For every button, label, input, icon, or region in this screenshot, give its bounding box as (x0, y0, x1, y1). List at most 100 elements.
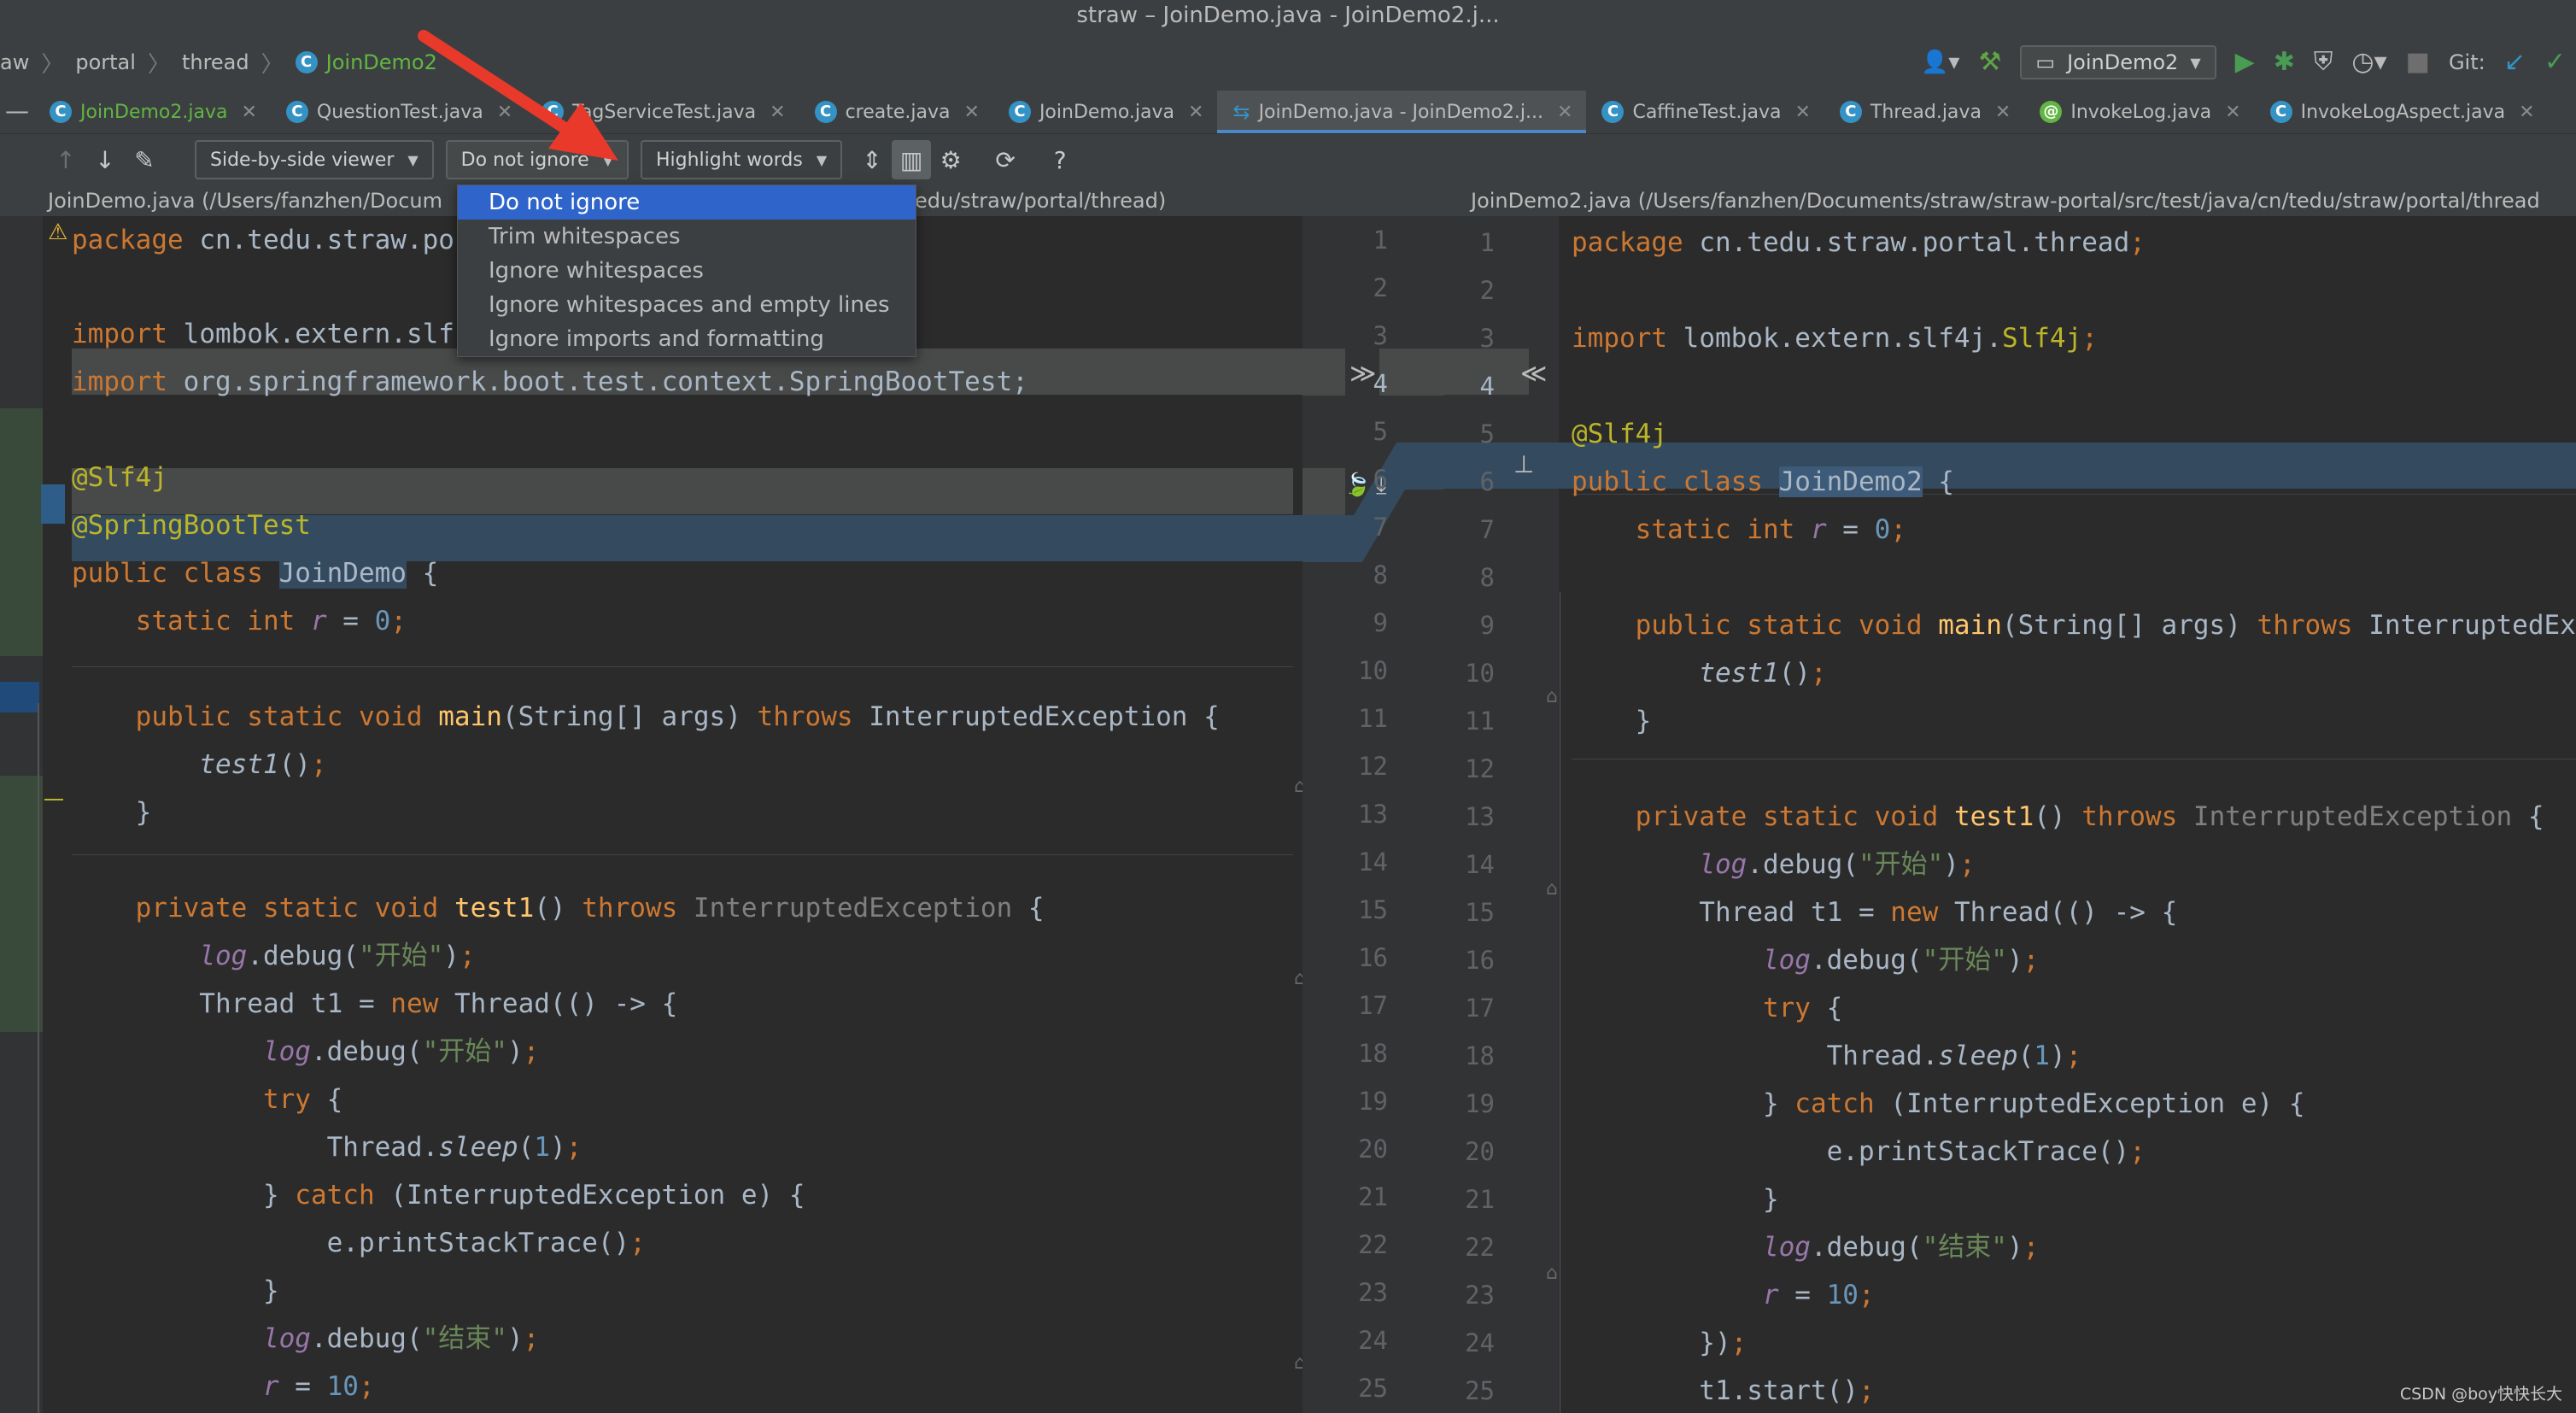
breadcrumb-item-root[interactable]: aw (0, 50, 29, 74)
close-icon[interactable]: ✕ (2225, 102, 2240, 123)
tab-label: InvokeLogAspect.java (2300, 101, 2506, 123)
tab-questiontest[interactable]: C QuestionTest.java ✕ (271, 91, 526, 133)
class-icon: C (50, 101, 72, 123)
line-number: 21 (1465, 1185, 1495, 1214)
dropdown-item-ignore-whitespaces-empty-lines[interactable]: Ignore whitespaces and empty lines (458, 288, 916, 322)
line-number: 24 (1358, 1326, 1388, 1355)
code-line: private static void test1() throws Inter… (1635, 801, 2544, 832)
breadcrumb-item-class[interactable]: JoinDemo2 (326, 50, 437, 74)
build-hammer-icon[interactable]: ⚒ (1979, 50, 2002, 75)
line-number: 14 (1465, 850, 1495, 879)
right-editor[interactable]: ≪ ⊥ 1 2 3 4 5 6 7 8 9 10 11 12 13 14 15 … (1443, 216, 2576, 1413)
debug-icon[interactable]: ✱ (2274, 50, 2295, 75)
fold-icon[interactable]: ⌂ (1546, 686, 1558, 707)
code-line: log.debug("开始"); (1762, 945, 2040, 976)
breadcrumb-item-thread[interactable]: thread (182, 50, 249, 74)
line-number: 12 (1358, 752, 1388, 781)
sync-scroll-icon[interactable]: ▥ (892, 140, 932, 179)
right-file-path: JoinDemo2.java (/Users/fanzhen/Documents… (1443, 185, 2576, 216)
git-update-icon[interactable]: ↙ (2504, 50, 2526, 75)
fold-icon[interactable]: ⌂ (1294, 1352, 1303, 1374)
ignore-mode-select[interactable]: Do not ignore ▼ (445, 140, 629, 179)
line-number: 7 (1479, 515, 1495, 544)
revert-icon[interactable]: ⊥ (1513, 450, 1534, 478)
user-icon[interactable]: 👤▾ (1921, 50, 1959, 75)
code-line: static int r = 0; (1635, 514, 1906, 545)
close-icon[interactable]: ✕ (1794, 102, 1810, 123)
fold-icon[interactable]: ⌂ (1294, 776, 1303, 797)
refresh-icon[interactable]: ⟳ (986, 140, 1025, 179)
run-configuration-selector[interactable]: ▭ JoinDemo2 ▼ (2020, 45, 2216, 79)
code-line: log.debug("结束"); (262, 1323, 540, 1354)
tab-invokelogaspect[interactable]: C InvokeLogAspect.java ✕ (2255, 91, 2549, 133)
code-line: t1.start(); (1572, 1375, 1875, 1406)
settings-gear-icon[interactable]: ⚙ (931, 140, 970, 179)
close-icon[interactable]: ✕ (1995, 102, 2011, 123)
highlight-mode-select[interactable]: Highlight words ▼ (640, 140, 843, 179)
help-icon[interactable]: ? (1040, 140, 1080, 179)
code-line: } (72, 1275, 279, 1306)
line-number: 2 (1373, 273, 1388, 302)
breadcrumb-item-portal[interactable]: portal (75, 50, 136, 74)
code-line: package cn.tedu.straw.po (72, 225, 454, 255)
close-icon[interactable]: ✕ (241, 102, 256, 123)
next-difference-icon[interactable]: ↓ (85, 140, 125, 179)
dropdown-item-trim-whitespaces[interactable]: Trim whitespaces (458, 220, 916, 254)
warning-icon[interactable]: ⚠ (48, 220, 67, 245)
tab-thread[interactable]: C Thread.java ✕ (1824, 91, 2024, 133)
run-icon[interactable]: ▶ (2235, 50, 2255, 75)
tab-caffinetest[interactable]: C CaffineTest.java ✕ (1586, 91, 1824, 133)
code-line: } (72, 797, 152, 828)
code-line: Thread.sleep(1); (72, 1132, 583, 1163)
line-number: 6 (1373, 465, 1388, 494)
line-number: 16 (1465, 946, 1495, 975)
edit-source-icon[interactable]: ✎ (125, 140, 164, 179)
close-icon[interactable]: ✕ (2519, 102, 2534, 123)
git-commit-icon[interactable]: ✓ (2544, 50, 2566, 75)
viewer-mode-select[interactable]: Side-by-side viewer ▼ (195, 140, 434, 179)
dropdown-item-do-not-ignore[interactable]: Do not ignore (458, 185, 916, 220)
chevron-down-icon: ▼ (816, 151, 828, 168)
dropdown-item-ignore-imports-formatting[interactable]: Ignore imports and formatting (458, 322, 916, 356)
class-icon: C (1839, 101, 1862, 123)
close-icon[interactable]: ✕ (1557, 102, 1572, 123)
fold-icon[interactable]: ⌂ (1546, 878, 1558, 900)
caret-line-marker (41, 484, 65, 524)
chevron-down-icon: ▼ (2190, 54, 2201, 71)
minimize-icon[interactable]: — (0, 91, 34, 130)
line-number: 11 (1465, 706, 1495, 736)
close-icon[interactable]: ✕ (964, 102, 980, 123)
code-line: public class JoinDemo { (72, 558, 439, 589)
line-number: 19 (1358, 1087, 1388, 1116)
line-number: 12 (1465, 754, 1495, 783)
left-editor[interactable]: ⚠ package cn.tedu.straw.po import lombok… (0, 216, 1303, 1413)
close-icon[interactable]: ✕ (770, 102, 785, 123)
class-icon: C (1008, 101, 1031, 123)
dropdown-item-ignore-whitespaces[interactable]: Ignore whitespaces (458, 254, 916, 288)
tab-diff[interactable]: ⇆ JoinDemo.java - JoinDemo2.j... ✕ (1217, 91, 1587, 133)
tab-joindemo2[interactable]: C JoinDemo2.java ✕ (34, 91, 271, 133)
connector-modified-right (1379, 349, 1443, 396)
collapse-unchanged-icon[interactable]: ⇕ (852, 140, 892, 179)
profiler-icon[interactable]: ◷▾ (2351, 50, 2386, 75)
apply-left-icon[interactable]: ≪ (1520, 359, 1547, 389)
tab-invokelog[interactable]: @ InvokeLog.java ✕ (2024, 91, 2254, 133)
tab-label: JoinDemo2.java (80, 101, 228, 123)
close-icon[interactable]: ✕ (1188, 102, 1203, 123)
fold-icon[interactable]: ⌂ (1294, 968, 1303, 989)
line-number: 23 (1465, 1281, 1495, 1310)
code-line: test1(); (1699, 658, 1827, 689)
code-line: e.printStackTrace(); (1572, 1136, 2146, 1167)
previous-difference-icon[interactable]: ↑ (46, 140, 85, 179)
tab-create[interactable]: C create.java ✕ (799, 91, 993, 133)
close-icon[interactable]: ✕ (497, 102, 512, 123)
line-number: 9 (1373, 608, 1388, 637)
fold-icon[interactable]: ⌂ (1546, 1263, 1558, 1284)
watermark: CSDN @boy快快长大 (2399, 1385, 2562, 1404)
code-line: r = 10; (262, 1371, 375, 1402)
coverage-icon[interactable]: ⛨ (2314, 50, 2333, 75)
stop-icon[interactable]: ■ (2406, 50, 2430, 75)
tab-tagservicetest[interactable]: C TagServiceTest.java ✕ (526, 91, 799, 133)
tab-joindemo[interactable]: C JoinDemo.java ✕ (993, 91, 1218, 133)
code-line: } (1572, 1184, 1779, 1215)
